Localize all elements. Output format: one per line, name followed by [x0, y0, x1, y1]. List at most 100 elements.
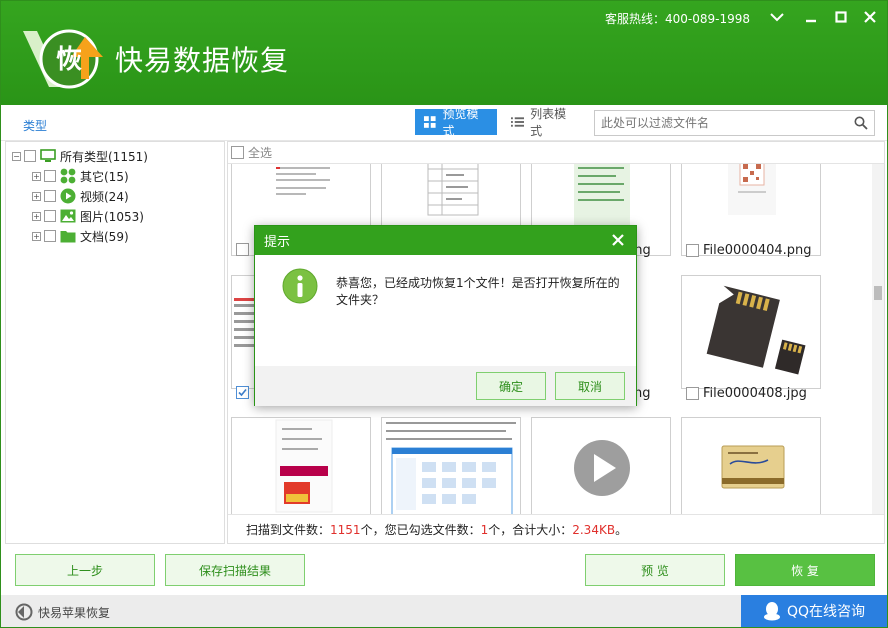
select-all-row[interactable]: 全选	[228, 142, 884, 164]
expand-toggle[interactable]: +	[32, 171, 41, 181]
tree-root[interactable]: − 所有类型(1151)	[12, 147, 148, 165]
close-button[interactable]	[860, 7, 880, 27]
grid-dots-icon	[60, 168, 76, 184]
tree-item-checkbox[interactable]	[44, 170, 56, 182]
select-all-label: 全选	[248, 146, 273, 160]
recover-button[interactable]: 恢 复	[735, 554, 875, 586]
ok-button[interactable]: 确定	[476, 372, 546, 400]
thumbnail[interactable]	[681, 417, 821, 514]
toolbar: 类型 预览模式 列表模式	[1, 105, 887, 141]
dialog-header: 提示	[255, 226, 636, 255]
save-scan-button[interactable]: 保存扫描结果	[165, 554, 305, 586]
type-tree: − 所有类型(1151) + 其它(15) + 视频(24) + 图片(1053…	[5, 141, 225, 544]
hotline-text: 客服热线：400-089-1998	[605, 12, 751, 26]
root-checkbox[interactable]	[24, 150, 36, 162]
expand-toggle[interactable]: +	[32, 231, 41, 241]
app-logo: 恢	[23, 29, 103, 89]
expand-toggle[interactable]: +	[32, 211, 41, 221]
status-end: 。	[615, 523, 628, 537]
card-thumbnail-icon	[721, 445, 785, 489]
prev-step-button[interactable]: 上一步	[15, 554, 155, 586]
folder-icon	[60, 228, 76, 244]
selected-count: 1	[480, 522, 489, 537]
promo-thumbnail-icon	[275, 419, 333, 513]
computer-icon	[40, 148, 56, 164]
tree-item-images[interactable]: + 图片(1053)	[32, 207, 144, 225]
sd-card-thumbnail-icon	[706, 285, 806, 375]
type-label: 类型	[23, 119, 48, 133]
app-window: 恢 快易数据恢复 客服热线：400-089-1998 类型 预览模式 列表模式	[0, 0, 888, 628]
total-size: 2.34KB	[572, 522, 616, 537]
thumbnail[interactable]	[231, 417, 371, 514]
tree-item-checkbox[interactable]	[44, 230, 56, 242]
maximize-button[interactable]	[831, 7, 851, 27]
file-item[interactable]: File0000404.png	[686, 243, 812, 258]
dialog-title: 提示	[264, 235, 291, 250]
prompt-dialog: 提示 恭喜您，已经成功恢复1个文件！是否打开恢复所在的文件夹？ 确定 取消	[254, 225, 637, 406]
title-bar: 恢 快易数据恢复 客服热线：400-089-1998	[1, 1, 887, 105]
file-checkbox[interactable]	[236, 243, 249, 256]
thumbnail[interactable]	[381, 417, 521, 514]
app-title: 快易数据恢复	[115, 44, 290, 77]
green-doc-thumbnail-icon	[574, 164, 630, 233]
select-all-checkbox[interactable]	[231, 146, 244, 159]
tree-item-label: 其它(15)	[80, 169, 129, 184]
scrollbar-thumb[interactable]	[874, 286, 882, 300]
status-unit2: 个，合计大小：	[488, 523, 573, 537]
image-icon	[60, 208, 76, 224]
tree-item-label: 视频(24)	[80, 189, 129, 204]
thumbnail-video[interactable]	[531, 417, 671, 514]
file-name-label: File0000408.jpg	[703, 386, 807, 401]
tree-item-documents[interactable]: + 文档(59)	[32, 227, 129, 245]
file-item[interactable]: File0000408.jpg	[686, 386, 807, 401]
tree-item-video[interactable]: + 视频(24)	[32, 187, 129, 205]
refresh-logo-icon	[15, 603, 33, 621]
qr-thumbnail-icon	[728, 164, 776, 215]
minimize-button[interactable]	[801, 7, 821, 27]
grid-view-icon	[423, 116, 436, 128]
thumbnail[interactable]	[681, 275, 821, 389]
tree-root-label: 所有类型(1151)	[60, 149, 148, 164]
preview-button[interactable]: 预 览	[585, 554, 725, 586]
play-circle-icon	[60, 188, 76, 204]
filter-box	[594, 110, 875, 136]
file-checkbox-checked[interactable]	[236, 386, 249, 399]
tree-item-other[interactable]: + 其它(15)	[32, 167, 129, 185]
tree-item-checkbox[interactable]	[44, 190, 56, 202]
dialog-footer: 确定 取消	[255, 366, 636, 406]
status-unit1: 个，您已勾选文件数：	[360, 523, 481, 537]
file-checkbox[interactable]	[686, 387, 699, 400]
preview-mode-button[interactable]: 预览模式	[415, 107, 497, 138]
list-mode-label: 列表模式	[530, 107, 567, 138]
close-icon[interactable]	[610, 232, 626, 248]
file-checkbox[interactable]	[686, 244, 699, 257]
logo-text: 恢	[56, 45, 82, 75]
footer-bar: 快易苹果恢复 QQ在线咨询	[1, 595, 887, 627]
cancel-button[interactable]: 取消	[555, 372, 625, 400]
qq-consult-button[interactable]: QQ在线咨询	[741, 595, 887, 627]
apple-recovery-link[interactable]: 快易苹果恢复	[15, 603, 110, 621]
list-mode-button[interactable]: 列表模式	[503, 107, 583, 138]
preview-mode-label: 预览模式	[442, 107, 479, 138]
qq-consult-label: QQ在线咨询	[786, 604, 866, 620]
scanned-count: 1151	[330, 522, 361, 537]
info-icon	[282, 268, 318, 304]
dialog-message: 恭喜您，已经成功恢复1个文件！是否打开恢复所在的文件夹？	[336, 276, 620, 307]
filter-input[interactable]	[595, 111, 835, 135]
tree-item-label: 图片(1053)	[80, 209, 144, 224]
list-view-icon	[511, 117, 525, 127]
collapse-toggle[interactable]: −	[12, 151, 21, 161]
tree-item-checkbox[interactable]	[44, 210, 56, 222]
status-bar: 扫描到文件数： 1151 个，您已勾选文件数： 1 个，合计大小： 2.34KB…	[228, 514, 884, 543]
collapse-button[interactable]	[767, 7, 787, 27]
maximize-icon	[835, 11, 847, 23]
vertical-scrollbar[interactable]	[872, 164, 884, 514]
apple-recovery-label: 快易苹果恢复	[38, 605, 111, 620]
play-icon	[574, 440, 630, 496]
expand-toggle[interactable]: +	[32, 191, 41, 201]
dialog-body: 恭喜您，已经成功恢复1个文件！是否打开恢复所在的文件夹？	[255, 255, 636, 366]
search-icon[interactable]	[854, 116, 868, 130]
file-item[interactable]	[236, 243, 253, 256]
file-item[interactable]	[236, 386, 253, 399]
status-prefix: 扫描到文件数：	[246, 523, 331, 537]
